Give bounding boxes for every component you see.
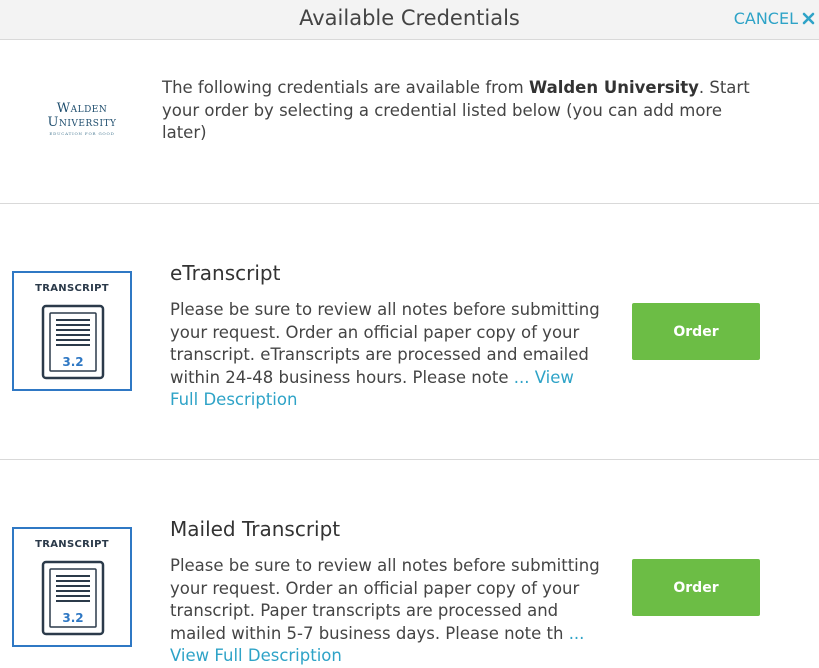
intro-text: The following credentials are available …: [162, 77, 762, 145]
transcript-thumbnail: TRANSCRIPT 3.2: [12, 271, 132, 391]
logo-line-2: University: [47, 115, 117, 130]
credential-description: Please be sure to review all notes befor…: [170, 555, 600, 668]
credential-card: TRANSCRIPT 3.2 eTranscript Please be sur…: [0, 204, 819, 460]
credential-card: TRANSCRIPT 3.2 Mailed Transcript Please …: [0, 460, 819, 668]
thumbnail-label: TRANSCRIPT: [35, 539, 109, 550]
thumbnail-label: TRANSCRIPT: [35, 283, 109, 294]
order-button[interactable]: Order: [632, 303, 760, 360]
transcript-document-icon: 3.2: [41, 560, 105, 636]
intro-text-before: The following credentials are available …: [162, 78, 529, 97]
description-text: Please be sure to review all notes befor…: [170, 556, 600, 643]
page-header: Available Credentials CANCEL: [0, 0, 819, 40]
transcript-document-icon: 3.2: [41, 304, 105, 380]
thumbnail-value: 3.2: [62, 611, 83, 625]
cancel-label: CANCEL: [733, 9, 798, 28]
transcript-thumbnail: TRANSCRIPT 3.2: [12, 527, 132, 647]
logo-tagline: EDUCATION FOR GOOD: [49, 131, 115, 136]
credential-title: Mailed Transcript: [170, 517, 341, 541]
order-button[interactable]: Order: [632, 559, 760, 616]
credential-title: eTranscript: [170, 261, 281, 285]
close-icon: [802, 12, 815, 25]
page-title: Available Credentials: [299, 6, 520, 30]
thumbnail-value: 3.2: [62, 355, 83, 369]
credential-description: Please be sure to review all notes befor…: [170, 299, 600, 412]
cancel-button[interactable]: CANCEL: [734, 9, 815, 28]
institution-logo: Walden University EDUCATION FOR GOOD: [40, 101, 124, 137]
logo-line-1: Walden: [56, 101, 108, 116]
intro-section: Walden University EDUCATION FOR GOOD The…: [0, 40, 819, 204]
institution-name: Walden University: [528, 78, 699, 97]
